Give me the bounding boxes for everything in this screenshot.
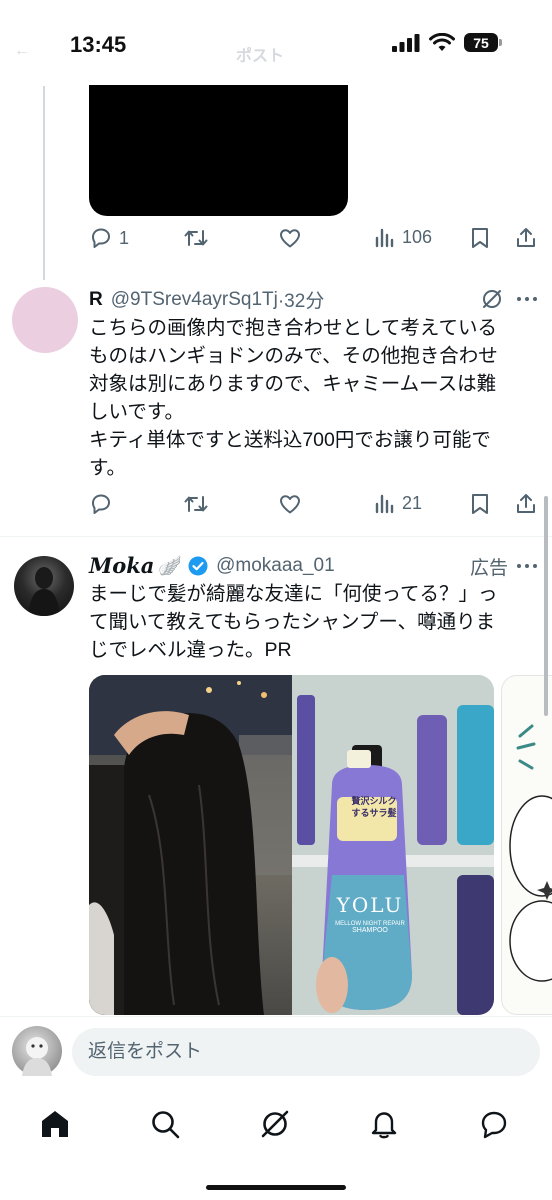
bell-icon (371, 1112, 397, 1139)
share-icon (517, 494, 535, 513)
carousel-image-next[interactable] (501, 675, 552, 1015)
shampoo-bottle-icon (292, 675, 494, 1015)
reply-button[interactable]: 1 (89, 226, 129, 250)
divider (0, 536, 552, 537)
reply-icon (92, 494, 110, 514)
author-handle[interactable]: @mokaaa_01 (216, 555, 335, 577)
search-icon (152, 1111, 180, 1139)
views-count: 21 (402, 492, 423, 513)
product-tag-silk: 贅沢シルク (351, 796, 397, 806)
bookmark-button[interactable] (469, 492, 491, 516)
views-count: 106 (402, 226, 433, 247)
reply-button[interactable] (89, 492, 113, 516)
author-name[interactable]: R (89, 289, 103, 311)
views-icon (375, 494, 394, 514)
like-button[interactable] (278, 226, 302, 250)
ad-tweet-header: Moka 🪽 @mokaaa_01 (89, 553, 335, 578)
tweet-media-image[interactable] (89, 85, 348, 216)
battery-level: 75 (464, 33, 498, 52)
home-indicator (206, 1185, 346, 1190)
doodle-illustration-icon (509, 724, 552, 982)
tweet-2-actions: 21 (89, 492, 539, 522)
header-title: ポスト (236, 48, 285, 65)
tab-messages[interactable] (474, 1104, 514, 1144)
product-tag-smooth: するサラ髪 (351, 808, 397, 818)
grok-icon (261, 1110, 289, 1138)
author-handle[interactable]: @9TSrev4ayrSq1Tj (111, 289, 278, 311)
hair-photo-icon (89, 675, 292, 1015)
tab-notifications[interactable] (364, 1104, 404, 1144)
signal-icon (392, 33, 420, 52)
author-name[interactable]: Moka (89, 553, 154, 578)
tab-grok[interactable] (255, 1104, 295, 1144)
home-icon (42, 1111, 68, 1137)
tweet-time: ·32分 (277, 291, 325, 312)
ad-label: 広告 (469, 558, 508, 579)
bookmark-icon (472, 494, 488, 514)
post-header: ← ポスト (14, 42, 284, 66)
thread-connector (43, 86, 45, 280)
message-icon (481, 1111, 507, 1139)
battery-icon: 75 (464, 33, 502, 52)
tweet-2-text: こちらの画像内で抱き合わせとして考えている ものはハンギョドンのみで、その他抱き… (89, 317, 498, 479)
status-time: 13:45 (70, 32, 127, 57)
avatar-silhouette-icon (28, 567, 60, 616)
bookmark-button[interactable] (469, 226, 491, 250)
views-button[interactable]: 21 (374, 492, 422, 514)
heart-icon (280, 229, 300, 248)
more-options-icon[interactable] (515, 562, 539, 570)
product-brand: YOLU (336, 893, 404, 917)
avatar[interactable] (14, 556, 74, 616)
share-icon (517, 228, 535, 247)
repost-button[interactable] (183, 492, 209, 516)
wing-emoji-icon: 🪽 (158, 555, 183, 577)
product-name-line2: SHAMPOO (352, 927, 388, 934)
bottom-tab-bar (0, 1086, 552, 1200)
my-avatar[interactable] (12, 1026, 62, 1076)
bookmark-icon (472, 228, 488, 248)
wifi-icon (429, 33, 455, 51)
tweet-2-header: R @9TSrev4ayrSq1Tj ·32分 (89, 286, 324, 313)
scrollbar[interactable] (544, 496, 548, 716)
share-button[interactable] (514, 226, 538, 250)
repost-icon (184, 496, 208, 512)
carousel-image-hair[interactable] (89, 675, 292, 1015)
tab-home[interactable] (35, 1104, 75, 1144)
repost-icon (184, 230, 208, 246)
back-arrow-icon[interactable]: ← (14, 42, 30, 66)
more-options-icon[interactable] (515, 295, 539, 303)
repost-button[interactable] (183, 226, 209, 250)
avatar-character-icon (22, 1037, 52, 1076)
tab-search[interactable] (145, 1104, 185, 1144)
views-icon (375, 228, 394, 248)
heart-icon (280, 495, 300, 514)
views-button[interactable]: 106 (374, 226, 432, 248)
reply-count: 1 (119, 227, 130, 248)
grok-icon[interactable] (480, 287, 504, 311)
like-button[interactable] (278, 492, 302, 516)
reply-composer: 返信をポスト (0, 1016, 552, 1086)
carousel-image-shampoo[interactable]: 贅沢シルク するサラ髪 YOLU MELLOW NIGHT REPAIR SHA… (292, 675, 494, 1015)
tweet-1-actions: 1 106 (89, 226, 539, 256)
reply-input[interactable]: 返信をポスト (72, 1028, 540, 1076)
reply-icon (92, 228, 110, 248)
ad-tweet-text: まーじで髪が綺麗な友達に「何使ってる？」っ て聞いて教えてもらったシャンプー、噂… (89, 583, 498, 661)
status-bar: ← ポスト 13:45 75 (0, 0, 552, 90)
status-icons: 75 (392, 33, 502, 52)
verified-badge-icon (188, 556, 208, 575)
share-button[interactable] (514, 492, 538, 516)
avatar[interactable] (12, 287, 78, 353)
